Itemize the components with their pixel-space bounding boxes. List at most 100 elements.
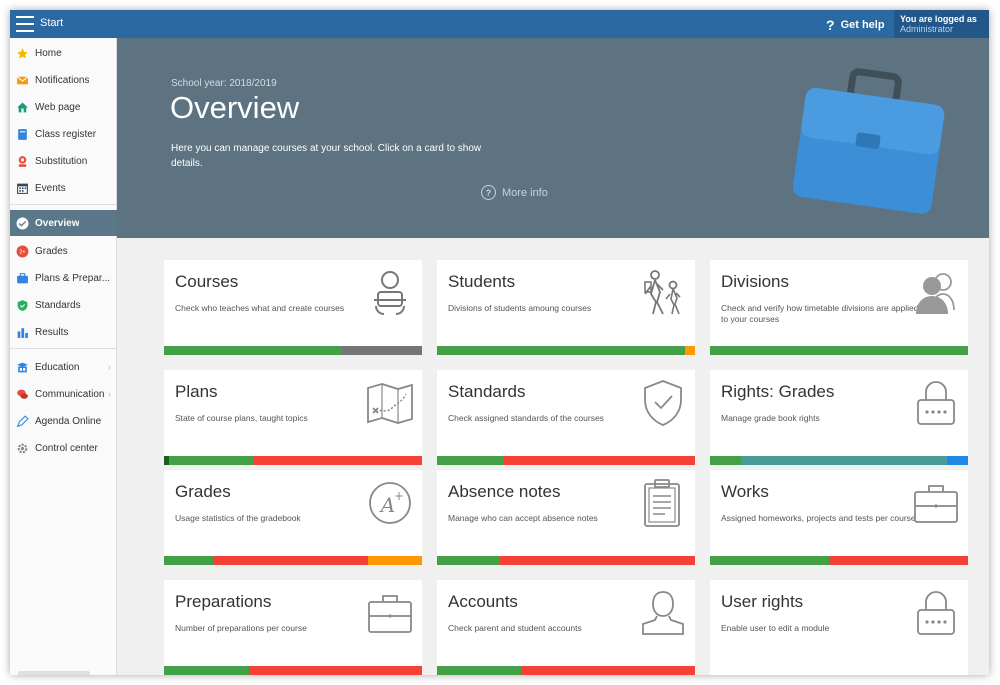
sidebar-item-label: Notifications [35,74,90,86]
sidebar-item-notifications[interactable]: Notifications [10,68,117,92]
card-title: Students [448,272,516,291]
card-description: State of course plans, taught topics [175,413,308,423]
card-title: Courses [175,272,239,291]
sidebar-item-grades[interactable]: 2+ Grades [10,239,117,263]
sidebar-item-overview[interactable]: Overview [10,210,117,236]
calendar-icon [16,182,29,195]
sidebar-item-standards[interactable]: Standards [10,293,117,317]
card-title: Works [721,482,769,501]
progress-segment [498,556,695,565]
hamburger-menu-icon[interactable] [16,16,34,32]
progress-segment [249,666,422,675]
card-plans[interactable]: Plans State of course plans, taught topi… [164,370,422,465]
get-help-button[interactable]: ? Get help [826,17,885,33]
start-label[interactable]: Start [40,17,63,29]
progress-segment [164,666,250,675]
envelope-icon [16,74,29,87]
user-outline-icon [642,591,684,635]
sidebar-divider [10,204,117,205]
user-role: Administrator [900,24,954,34]
padlock-icon [917,381,955,425]
card-title: Plans [175,382,218,401]
sidebar-item-communication[interactable]: Communication › [10,382,117,406]
sidebar-item-class-register[interactable]: Class register [10,122,117,146]
sidebar-item-control-center[interactable]: Control center [10,436,117,460]
progress-segment [710,456,741,465]
sidebar-item-substitution[interactable]: Substitution [10,149,117,173]
progress-segment [504,456,695,465]
top-bar: Start ? Get help You are logged as Admin… [10,10,989,38]
login-status: You are logged as [900,14,977,24]
card-works[interactable]: Works Assigned homeworks, projects and t… [710,470,968,565]
card-description: Manage grade book rights [721,413,820,423]
user-info[interactable]: You are logged as Administrator [894,10,989,38]
sidebar-item-label: Agenda Online [35,415,102,427]
sidebar-item-web-page[interactable]: Web page [10,95,117,119]
progress-segment [437,666,523,675]
person-icon [16,155,29,168]
treasure-map-icon [367,383,413,424]
card-user-rights[interactable]: User rights Enable user to edit a module [710,580,968,675]
briefcase-illustration-icon [792,68,945,214]
svg-text:A: A [379,493,395,517]
progress-segment [169,456,255,465]
progress-segment [710,556,829,565]
sidebar-item-home[interactable]: Home [10,41,117,65]
sidebar: Home Notifications Web page Class regist… [10,38,117,675]
card-accounts[interactable]: Accounts Check parent and student accoun… [437,580,695,675]
a-plus-grade-icon: A+ [369,482,411,524]
clipboard-icon [644,479,680,527]
progress-segment [522,666,695,675]
card-rights-grades[interactable]: Rights: Grades Manage grade book rights [710,370,968,465]
card-absence-notes[interactable]: Absence notes Manage who can accept abse… [437,470,695,565]
sidebar-item-label: Education [35,361,80,373]
progress-segment [740,456,948,465]
briefcase-outline-icon [368,595,412,633]
sidebar-item-label: Standards [35,299,81,311]
sidebar-item-label: Home [35,47,62,59]
card-progress-bar [437,346,695,355]
card-standards[interactable]: Standards Check assigned standards of th… [437,370,695,465]
sidebar-item-label: Substitution [35,155,88,167]
card-preparations[interactable]: Preparations Number of preparations per … [164,580,422,675]
svg-text:+: + [394,489,404,503]
card-title: Accounts [448,592,518,611]
card-progress-bar [710,456,968,465]
question-icon: ? [826,17,835,33]
card-students[interactable]: Students Divisions of students amoung co… [437,260,695,355]
card-progress-bar [164,456,422,465]
house-icon [16,101,29,114]
sidebar-item-label: Communication [35,388,105,400]
card-progress-bar [164,346,422,355]
sidebar-item-events[interactable]: Events [10,176,117,200]
hero-banner: School year: 2018/2019 Overview Here you… [117,38,989,238]
sidebar-item-plans-preparations[interactable]: Plans & Prepar... [10,266,117,290]
padlock-icon [917,591,955,635]
more-info-label: More info [502,186,548,199]
card-progress-bar [437,556,695,565]
chevron-right-icon: › [108,389,111,399]
progress-segment [254,456,422,465]
card-courses[interactable]: Courses Check who teaches what and creat… [164,260,422,355]
progress-segment [342,346,422,355]
card-progress-bar [710,556,968,565]
card-title: Standards [448,382,526,401]
sidebar-item-results[interactable]: Results [10,320,117,344]
sidebar-item-label: Class register [35,128,97,140]
card-progress-bar [164,556,422,565]
more-info-link[interactable]: ? More info [481,185,548,200]
card-title: Preparations [175,592,272,611]
walking-students-icon [644,270,681,315]
progress-segment [684,346,695,355]
card-divisions[interactable]: Divisions Check and verify how timetable… [710,260,968,355]
card-progress-bar [437,456,695,465]
card-title: Absence notes [448,482,561,501]
progress-segment [164,556,214,565]
sidebar-item-agenda-online[interactable]: Agenda Online [10,409,117,433]
card-grades[interactable]: Grades Usage statistics of the gradebook… [164,470,422,565]
chevron-right-icon: › [108,362,111,372]
card-title: User rights [721,592,804,611]
help-circle-icon: ? [481,185,496,200]
sidebar-scroll-handle[interactable] [18,671,90,675]
sidebar-item-education[interactable]: Education › [10,355,117,379]
